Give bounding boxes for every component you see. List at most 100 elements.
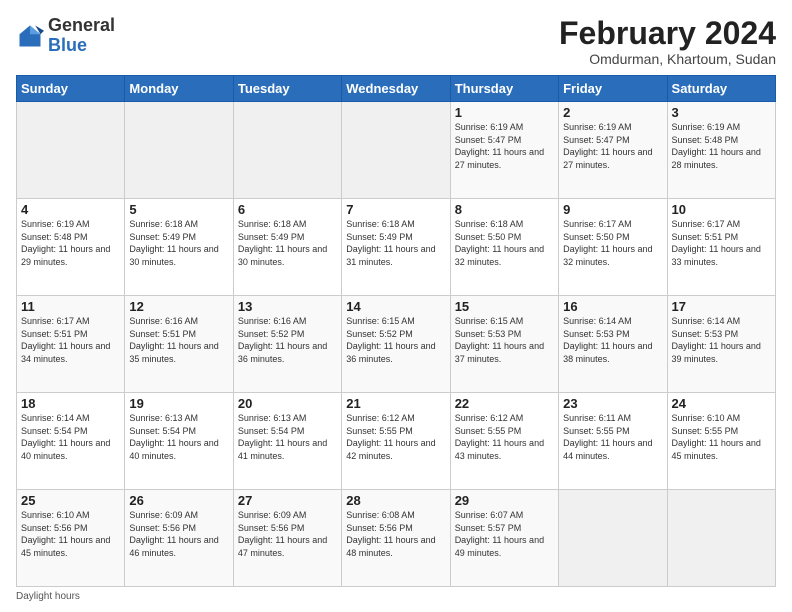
day-info: Sunrise: 6:19 AM Sunset: 5:48 PM Dayligh… bbox=[21, 218, 120, 268]
week-row-0: 1Sunrise: 6:19 AM Sunset: 5:47 PM Daylig… bbox=[17, 102, 776, 199]
day-number: 25 bbox=[21, 493, 120, 508]
day-cell bbox=[125, 102, 233, 199]
day-number: 28 bbox=[346, 493, 445, 508]
day-number: 22 bbox=[455, 396, 554, 411]
day-info: Sunrise: 6:18 AM Sunset: 5:50 PM Dayligh… bbox=[455, 218, 554, 268]
day-cell: 17Sunrise: 6:14 AM Sunset: 5:53 PM Dayli… bbox=[667, 296, 775, 393]
location-subtitle: Omdurman, Khartoum, Sudan bbox=[559, 51, 776, 67]
day-cell: 25Sunrise: 6:10 AM Sunset: 5:56 PM Dayli… bbox=[17, 490, 125, 587]
day-cell: 19Sunrise: 6:13 AM Sunset: 5:54 PM Dayli… bbox=[125, 393, 233, 490]
day-cell: 26Sunrise: 6:09 AM Sunset: 5:56 PM Dayli… bbox=[125, 490, 233, 587]
day-info: Sunrise: 6:15 AM Sunset: 5:52 PM Dayligh… bbox=[346, 315, 445, 365]
day-info: Sunrise: 6:10 AM Sunset: 5:56 PM Dayligh… bbox=[21, 509, 120, 559]
footer-label: Daylight hours bbox=[16, 591, 80, 602]
col-header-tuesday: Tuesday bbox=[233, 76, 341, 102]
day-number: 11 bbox=[21, 299, 120, 314]
day-info: Sunrise: 6:09 AM Sunset: 5:56 PM Dayligh… bbox=[238, 509, 337, 559]
day-info: Sunrise: 6:13 AM Sunset: 5:54 PM Dayligh… bbox=[238, 412, 337, 462]
day-number: 16 bbox=[563, 299, 662, 314]
day-cell bbox=[559, 490, 667, 587]
col-header-thursday: Thursday bbox=[450, 76, 558, 102]
day-info: Sunrise: 6:17 AM Sunset: 5:51 PM Dayligh… bbox=[672, 218, 771, 268]
day-number: 3 bbox=[672, 105, 771, 120]
col-header-sunday: Sunday bbox=[17, 76, 125, 102]
day-info: Sunrise: 6:17 AM Sunset: 5:51 PM Dayligh… bbox=[21, 315, 120, 365]
day-number: 20 bbox=[238, 396, 337, 411]
day-cell: 29Sunrise: 6:07 AM Sunset: 5:57 PM Dayli… bbox=[450, 490, 558, 587]
header: General Blue February 2024 Omdurman, Kha… bbox=[16, 16, 776, 67]
day-cell: 22Sunrise: 6:12 AM Sunset: 5:55 PM Dayli… bbox=[450, 393, 558, 490]
day-number: 9 bbox=[563, 202, 662, 217]
day-info: Sunrise: 6:18 AM Sunset: 5:49 PM Dayligh… bbox=[129, 218, 228, 268]
day-cell bbox=[342, 102, 450, 199]
day-number: 1 bbox=[455, 105, 554, 120]
day-number: 24 bbox=[672, 396, 771, 411]
day-number: 6 bbox=[238, 202, 337, 217]
calendar-table: SundayMondayTuesdayWednesdayThursdayFrid… bbox=[16, 75, 776, 587]
day-number: 18 bbox=[21, 396, 120, 411]
day-cell: 24Sunrise: 6:10 AM Sunset: 5:55 PM Dayli… bbox=[667, 393, 775, 490]
day-cell: 23Sunrise: 6:11 AM Sunset: 5:55 PM Dayli… bbox=[559, 393, 667, 490]
day-cell: 27Sunrise: 6:09 AM Sunset: 5:56 PM Dayli… bbox=[233, 490, 341, 587]
col-header-monday: Monday bbox=[125, 76, 233, 102]
day-cell bbox=[17, 102, 125, 199]
day-cell: 6Sunrise: 6:18 AM Sunset: 5:49 PM Daylig… bbox=[233, 199, 341, 296]
day-cell: 16Sunrise: 6:14 AM Sunset: 5:53 PM Dayli… bbox=[559, 296, 667, 393]
day-info: Sunrise: 6:16 AM Sunset: 5:52 PM Dayligh… bbox=[238, 315, 337, 365]
day-cell: 18Sunrise: 6:14 AM Sunset: 5:54 PM Dayli… bbox=[17, 393, 125, 490]
day-number: 17 bbox=[672, 299, 771, 314]
day-cell: 28Sunrise: 6:08 AM Sunset: 5:56 PM Dayli… bbox=[342, 490, 450, 587]
day-info: Sunrise: 6:15 AM Sunset: 5:53 PM Dayligh… bbox=[455, 315, 554, 365]
day-number: 5 bbox=[129, 202, 228, 217]
footer: Daylight hours bbox=[16, 591, 776, 602]
day-cell: 9Sunrise: 6:17 AM Sunset: 5:50 PM Daylig… bbox=[559, 199, 667, 296]
col-header-friday: Friday bbox=[559, 76, 667, 102]
day-number: 13 bbox=[238, 299, 337, 314]
day-cell: 13Sunrise: 6:16 AM Sunset: 5:52 PM Dayli… bbox=[233, 296, 341, 393]
day-number: 15 bbox=[455, 299, 554, 314]
day-info: Sunrise: 6:07 AM Sunset: 5:57 PM Dayligh… bbox=[455, 509, 554, 559]
col-header-saturday: Saturday bbox=[667, 76, 775, 102]
day-info: Sunrise: 6:12 AM Sunset: 5:55 PM Dayligh… bbox=[346, 412, 445, 462]
day-cell: 4Sunrise: 6:19 AM Sunset: 5:48 PM Daylig… bbox=[17, 199, 125, 296]
day-info: Sunrise: 6:09 AM Sunset: 5:56 PM Dayligh… bbox=[129, 509, 228, 559]
day-cell: 14Sunrise: 6:15 AM Sunset: 5:52 PM Dayli… bbox=[342, 296, 450, 393]
day-info: Sunrise: 6:08 AM Sunset: 5:56 PM Dayligh… bbox=[346, 509, 445, 559]
day-info: Sunrise: 6:16 AM Sunset: 5:51 PM Dayligh… bbox=[129, 315, 228, 365]
day-cell: 7Sunrise: 6:18 AM Sunset: 5:49 PM Daylig… bbox=[342, 199, 450, 296]
day-number: 19 bbox=[129, 396, 228, 411]
day-cell: 11Sunrise: 6:17 AM Sunset: 5:51 PM Dayli… bbox=[17, 296, 125, 393]
day-cell: 15Sunrise: 6:15 AM Sunset: 5:53 PM Dayli… bbox=[450, 296, 558, 393]
day-number: 23 bbox=[563, 396, 662, 411]
day-cell: 8Sunrise: 6:18 AM Sunset: 5:50 PM Daylig… bbox=[450, 199, 558, 296]
page: General Blue February 2024 Omdurman, Kha… bbox=[0, 0, 792, 612]
day-info: Sunrise: 6:11 AM Sunset: 5:55 PM Dayligh… bbox=[563, 412, 662, 462]
title-block: February 2024 Omdurman, Khartoum, Sudan bbox=[559, 16, 776, 67]
day-cell: 3Sunrise: 6:19 AM Sunset: 5:48 PM Daylig… bbox=[667, 102, 775, 199]
day-cell: 1Sunrise: 6:19 AM Sunset: 5:47 PM Daylig… bbox=[450, 102, 558, 199]
day-number: 26 bbox=[129, 493, 228, 508]
day-info: Sunrise: 6:10 AM Sunset: 5:55 PM Dayligh… bbox=[672, 412, 771, 462]
day-number: 7 bbox=[346, 202, 445, 217]
logo-blue: Blue bbox=[48, 36, 115, 56]
day-cell bbox=[233, 102, 341, 199]
week-row-3: 18Sunrise: 6:14 AM Sunset: 5:54 PM Dayli… bbox=[17, 393, 776, 490]
day-cell: 12Sunrise: 6:16 AM Sunset: 5:51 PM Dayli… bbox=[125, 296, 233, 393]
day-info: Sunrise: 6:19 AM Sunset: 5:48 PM Dayligh… bbox=[672, 121, 771, 171]
day-info: Sunrise: 6:13 AM Sunset: 5:54 PM Dayligh… bbox=[129, 412, 228, 462]
month-title: February 2024 bbox=[559, 16, 776, 51]
day-info: Sunrise: 6:14 AM Sunset: 5:53 PM Dayligh… bbox=[563, 315, 662, 365]
day-info: Sunrise: 6:18 AM Sunset: 5:49 PM Dayligh… bbox=[238, 218, 337, 268]
day-cell: 21Sunrise: 6:12 AM Sunset: 5:55 PM Dayli… bbox=[342, 393, 450, 490]
logo: General Blue bbox=[16, 16, 115, 56]
day-number: 8 bbox=[455, 202, 554, 217]
day-info: Sunrise: 6:19 AM Sunset: 5:47 PM Dayligh… bbox=[455, 121, 554, 171]
header-row: SundayMondayTuesdayWednesdayThursdayFrid… bbox=[17, 76, 776, 102]
day-number: 10 bbox=[672, 202, 771, 217]
col-header-wednesday: Wednesday bbox=[342, 76, 450, 102]
day-number: 4 bbox=[21, 202, 120, 217]
day-number: 29 bbox=[455, 493, 554, 508]
day-info: Sunrise: 6:18 AM Sunset: 5:49 PM Dayligh… bbox=[346, 218, 445, 268]
day-info: Sunrise: 6:14 AM Sunset: 5:54 PM Dayligh… bbox=[21, 412, 120, 462]
day-cell: 20Sunrise: 6:13 AM Sunset: 5:54 PM Dayli… bbox=[233, 393, 341, 490]
